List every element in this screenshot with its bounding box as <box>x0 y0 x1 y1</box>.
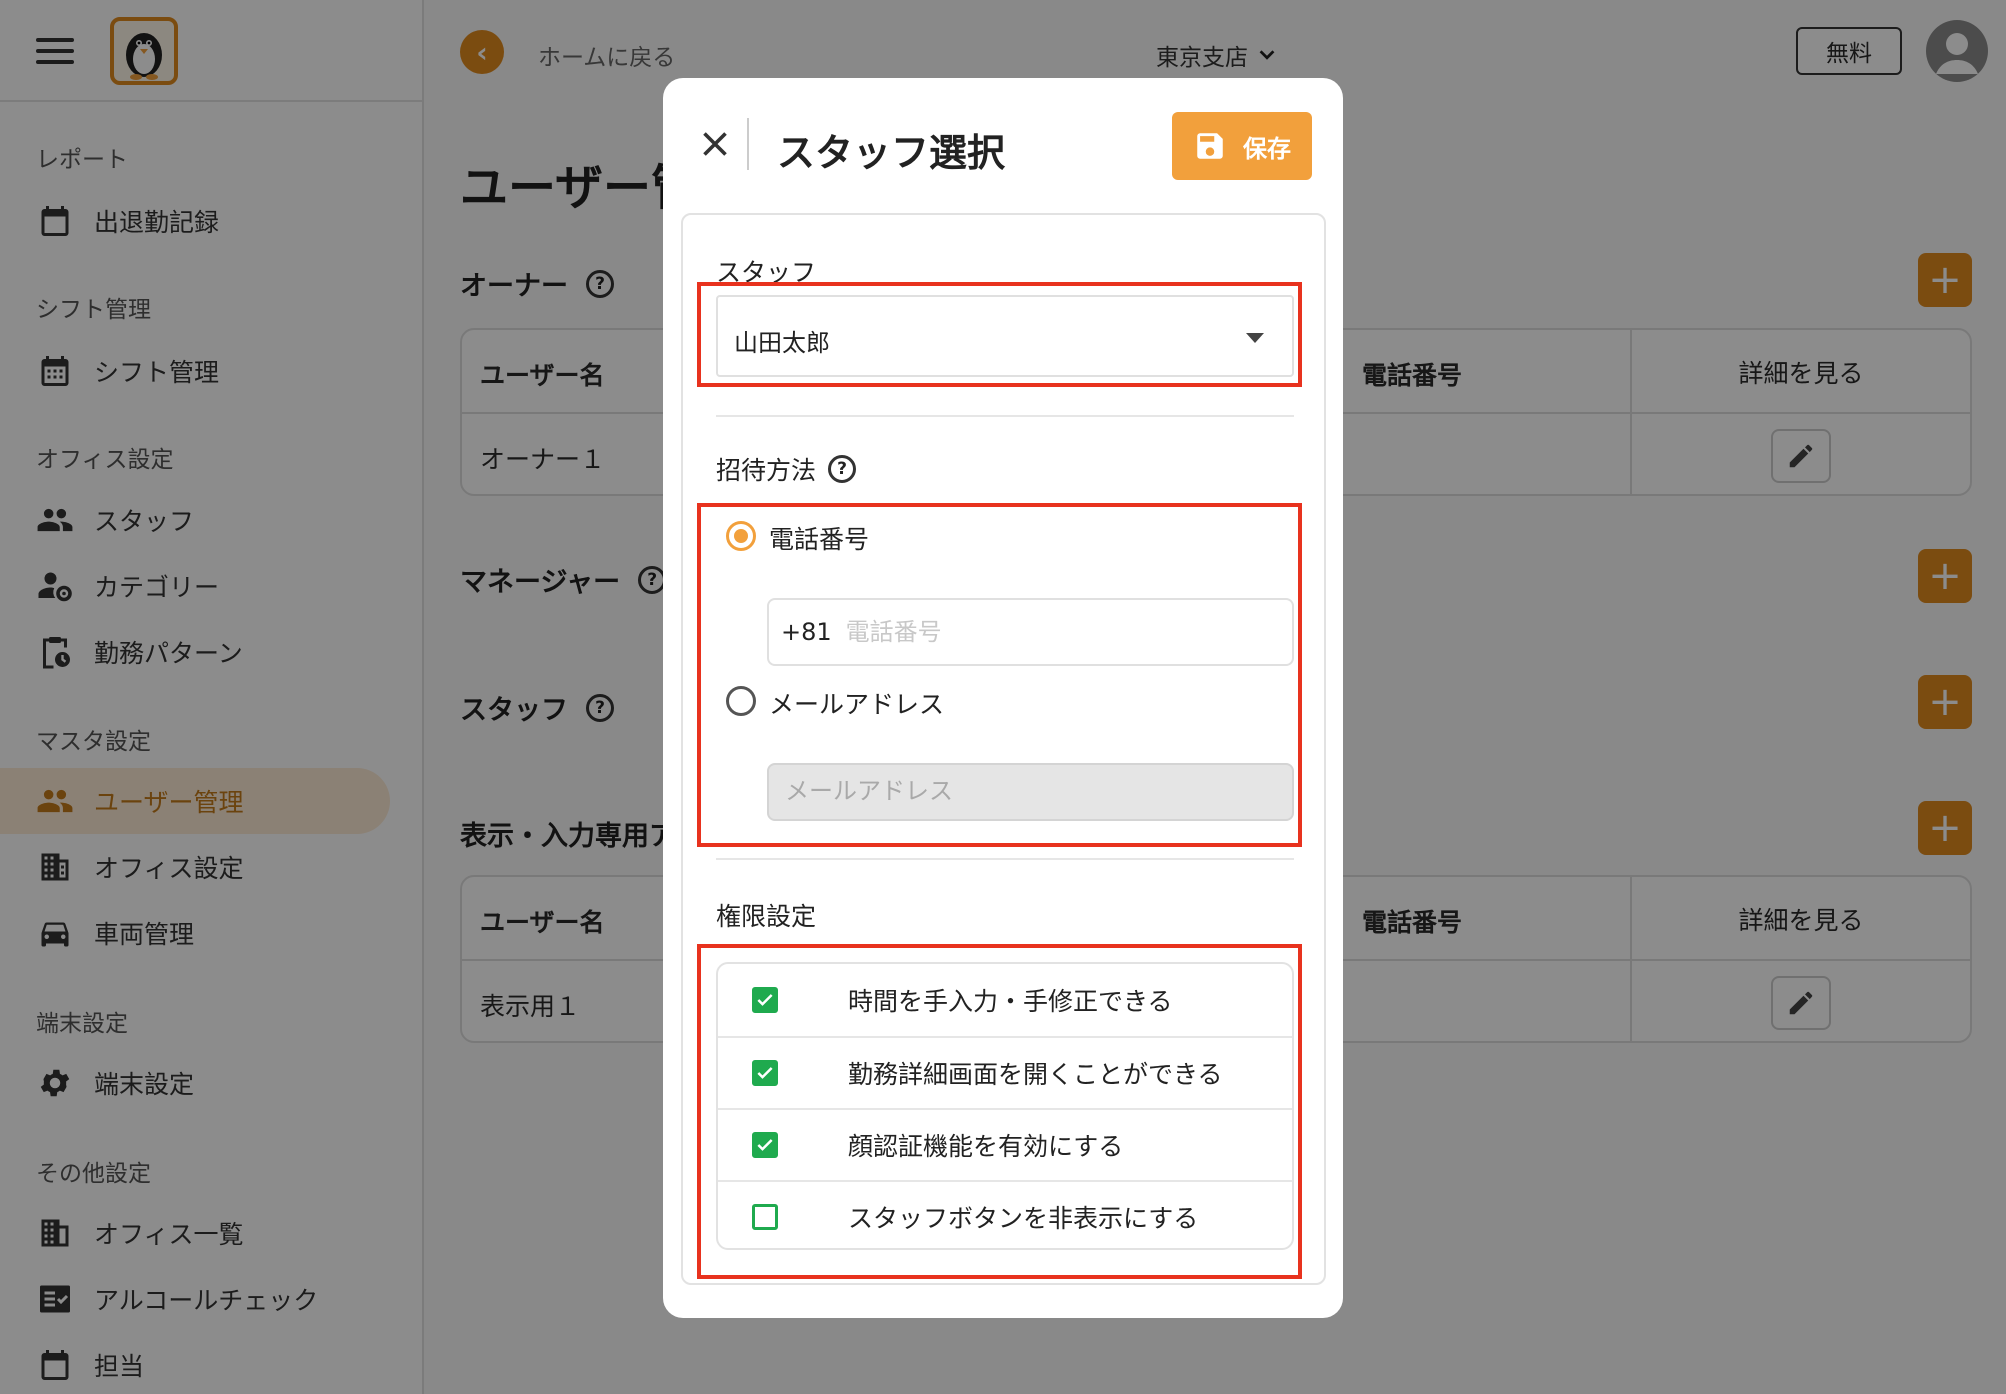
header-divider <box>747 118 749 170</box>
invite-method-label: 招待方法 ? <box>716 451 857 487</box>
invite-method-text: 招待方法 <box>716 456 817 485</box>
highlight-box-staff-select <box>697 282 1302 387</box>
highlight-box-invite-method <box>697 503 1302 847</box>
save-icon <box>1197 133 1223 159</box>
permissions-label: 権限設定 <box>716 902 817 931</box>
close-button[interactable] <box>697 126 733 162</box>
help-icon[interactable]: ? <box>828 455 857 483</box>
save-label: 保存 <box>1243 134 1291 163</box>
dialog-title: スタッフ選択 <box>777 131 1006 175</box>
divider <box>716 415 1294 417</box>
close-icon <box>703 132 727 156</box>
divider <box>716 858 1294 860</box>
highlight-box-permissions <box>697 944 1302 1279</box>
save-button[interactable]: 保存 <box>1172 112 1312 180</box>
